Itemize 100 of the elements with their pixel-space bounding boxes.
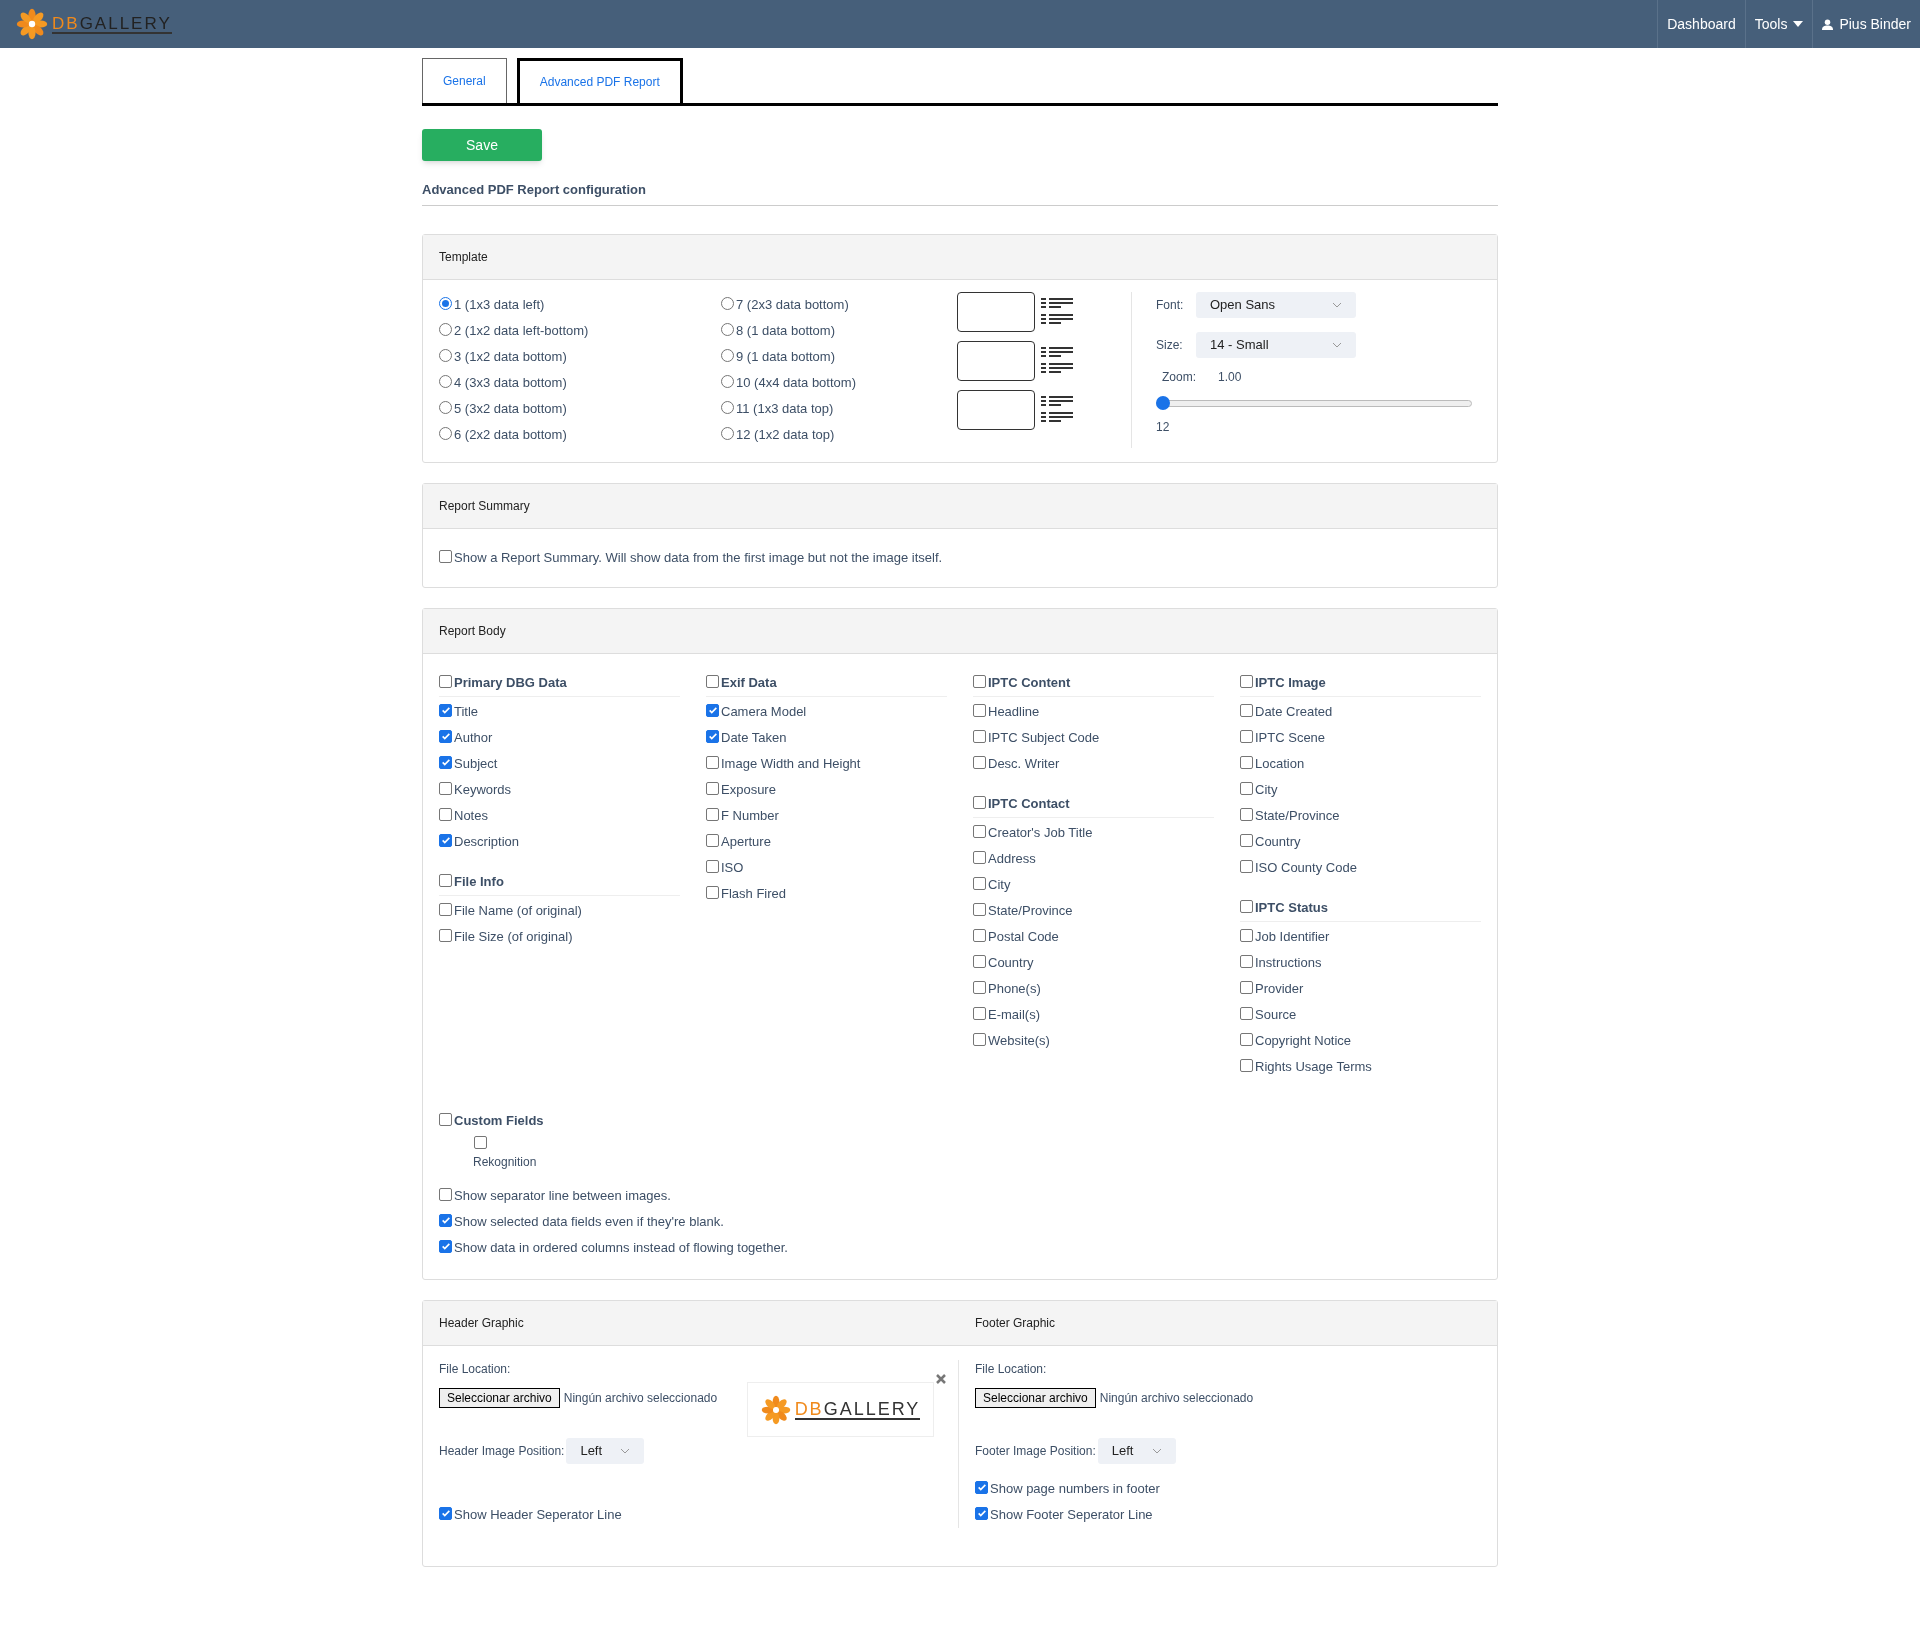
checkbox-label: Copyright Notice <box>1255 1032 1352 1051</box>
checkbox[interactable] <box>973 824 986 838</box>
checkbox[interactable] <box>706 703 719 717</box>
checkbox[interactable] <box>1240 859 1253 873</box>
text-lines-icon <box>1041 298 1073 326</box>
checkbox[interactable] <box>973 1032 986 1046</box>
checkbox-label: Country <box>1255 833 1301 852</box>
checkbox[interactable] <box>439 807 452 821</box>
file-status: Ningún archivo seleccionado <box>1099 1390 1254 1407</box>
checkbox-label: Creator's Job Title <box>988 824 1093 843</box>
checkbox-label: Aperture <box>721 833 771 852</box>
checkbox[interactable] <box>1240 781 1253 795</box>
zoom-min-label: 12 <box>1156 420 1170 434</box>
checkbox[interactable] <box>439 902 452 916</box>
checkbox-label: Job Identifier <box>1255 928 1330 947</box>
radio-label: 11 (1x3 data top) <box>736 400 834 419</box>
checkbox[interactable] <box>1240 833 1253 847</box>
checkbox[interactable] <box>706 674 719 688</box>
checkbox[interactable] <box>706 807 719 821</box>
checkbox[interactable] <box>975 1506 988 1520</box>
checkbox[interactable] <box>706 781 719 795</box>
panel-title: Report Body <box>439 623 506 640</box>
checkbox[interactable] <box>439 1239 452 1253</box>
radio-label: 5 (3x2 data bottom) <box>454 400 567 419</box>
checkbox[interactable] <box>1240 1058 1253 1072</box>
section-title: Advanced PDF Report configuration <box>422 182 646 197</box>
checkbox-label: City <box>988 876 1011 895</box>
checkbox[interactable] <box>439 781 452 795</box>
checkbox[interactable] <box>439 1506 452 1520</box>
select-field[interactable]: Left <box>566 1438 645 1464</box>
chevron-down-icon <box>1151 1448 1162 1454</box>
checkbox[interactable] <box>973 954 986 968</box>
checkbox[interactable] <box>973 674 986 688</box>
checkbox[interactable] <box>439 729 452 743</box>
checkbox-label: State/Province <box>988 902 1073 921</box>
checkbox[interactable] <box>439 1213 452 1227</box>
radio-label: 2 (1x2 data left-bottom) <box>454 322 589 341</box>
checkbox[interactable] <box>706 885 719 899</box>
checkbox[interactable] <box>706 755 719 769</box>
checkbox-label: Notes <box>454 807 488 826</box>
tab[interactable]: Advanced PDF Report <box>516 58 683 103</box>
checkbox[interactable] <box>1240 928 1253 942</box>
checkbox[interactable] <box>1240 980 1253 994</box>
checkbox[interactable] <box>439 755 452 769</box>
checkbox-label: Title <box>454 703 479 722</box>
checkbox[interactable] <box>1240 755 1253 769</box>
checkbox[interactable] <box>973 850 986 864</box>
checkbox[interactable] <box>1240 1006 1253 1020</box>
tab[interactable]: General <box>422 58 507 103</box>
checkbox-label: Website(s) <box>988 1032 1050 1051</box>
checkbox[interactable] <box>439 833 452 847</box>
checkbox[interactable] <box>973 928 986 942</box>
file-button[interactable]: Seleccionar archivo <box>439 1388 560 1408</box>
checkbox[interactable] <box>1240 1032 1253 1046</box>
checkbox[interactable] <box>439 873 452 887</box>
slider-thumb[interactable] <box>1156 396 1170 410</box>
checkbox[interactable] <box>975 1480 988 1494</box>
checkbox[interactable] <box>1240 729 1253 743</box>
checkbox[interactable] <box>439 703 452 717</box>
logo-wordmark: DBGALLERY <box>52 14 172 34</box>
select-field[interactable]: Left <box>1097 1438 1176 1464</box>
checkbox[interactable] <box>706 729 719 743</box>
checkbox[interactable] <box>439 928 452 942</box>
checkbox[interactable] <box>439 549 452 563</box>
checkbox-label: Description <box>454 833 520 852</box>
radio-label: 8 (1 data bottom) <box>736 322 835 341</box>
select-field[interactable]: Open Sans <box>1196 292 1356 318</box>
checkbox[interactable] <box>1240 807 1253 821</box>
checkbox[interactable] <box>973 980 986 994</box>
checkbox[interactable] <box>973 902 986 916</box>
select-field[interactable]: 14 - Small <box>1196 332 1356 358</box>
checkbox[interactable] <box>1240 954 1253 968</box>
checkbox[interactable] <box>1240 899 1253 913</box>
checkbox-label: Date Created <box>1255 703 1333 722</box>
checkbox[interactable] <box>973 1006 986 1020</box>
nav-dropdown[interactable]: Tools <box>1744 0 1813 48</box>
checkbox[interactable] <box>474 1136 487 1149</box>
checkbox-label: ISO <box>721 859 744 878</box>
checkbox[interactable] <box>1240 703 1253 717</box>
file-button[interactable]: Seleccionar archivo <box>975 1388 1096 1408</box>
zoom-slider[interactable] <box>1156 396 1472 410</box>
checkbox[interactable] <box>706 833 719 847</box>
checkbox-label: Rekognition <box>473 1154 537 1171</box>
checkbox[interactable] <box>439 674 452 688</box>
checkbox[interactable] <box>973 876 986 890</box>
user-menu[interactable]: Pius Binder <box>1812 0 1920 48</box>
checkbox[interactable] <box>973 795 986 809</box>
panel-title: Footer Graphic <box>975 1315 1056 1332</box>
checkbox[interactable] <box>1240 674 1253 688</box>
checkbox-label: Show page numbers in footer <box>990 1480 1160 1499</box>
checkbox[interactable] <box>973 729 986 743</box>
checkbox[interactable] <box>439 1187 452 1201</box>
checkbox[interactable] <box>973 703 986 717</box>
checkbox-label: IPTC Scene <box>1255 729 1326 748</box>
checkbox[interactable] <box>973 755 986 769</box>
checkbox[interactable] <box>706 859 719 873</box>
nav-link[interactable]: Dashboard <box>1657 0 1745 48</box>
close-icon[interactable] <box>935 1373 947 1385</box>
checkbox[interactable] <box>439 1112 452 1126</box>
checkbox-label: F Number <box>721 807 779 826</box>
